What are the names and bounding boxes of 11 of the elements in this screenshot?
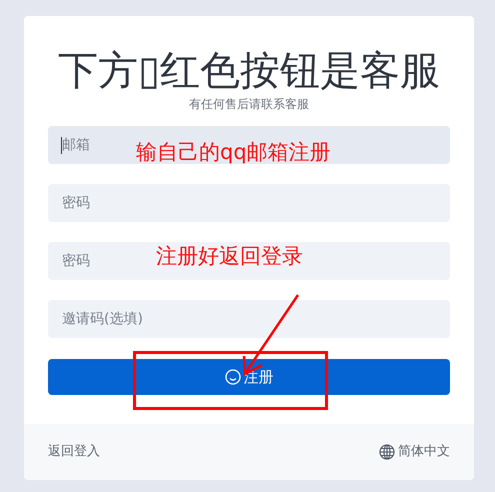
annotation-note: 输自己的qq邮箱注册 [136, 139, 331, 166]
page-title: 下方▯红色按钮是客服 [58, 48, 440, 94]
language-selector[interactable]: 简体中文 [379, 442, 450, 462]
back-to-login-link[interactable]: 返回登入 [48, 442, 100, 462]
input-field[interactable]: 密码 [48, 184, 450, 222]
subtitle: 有任何售后请联系客服 [189, 96, 309, 112]
annotation-note: 注册好返回登录 [156, 243, 303, 270]
input-field[interactable]: 邀请码(选填) [48, 300, 450, 338]
globe-icon [379, 444, 395, 460]
text-cursor [61, 137, 62, 154]
smiley-icon [224, 369, 240, 385]
